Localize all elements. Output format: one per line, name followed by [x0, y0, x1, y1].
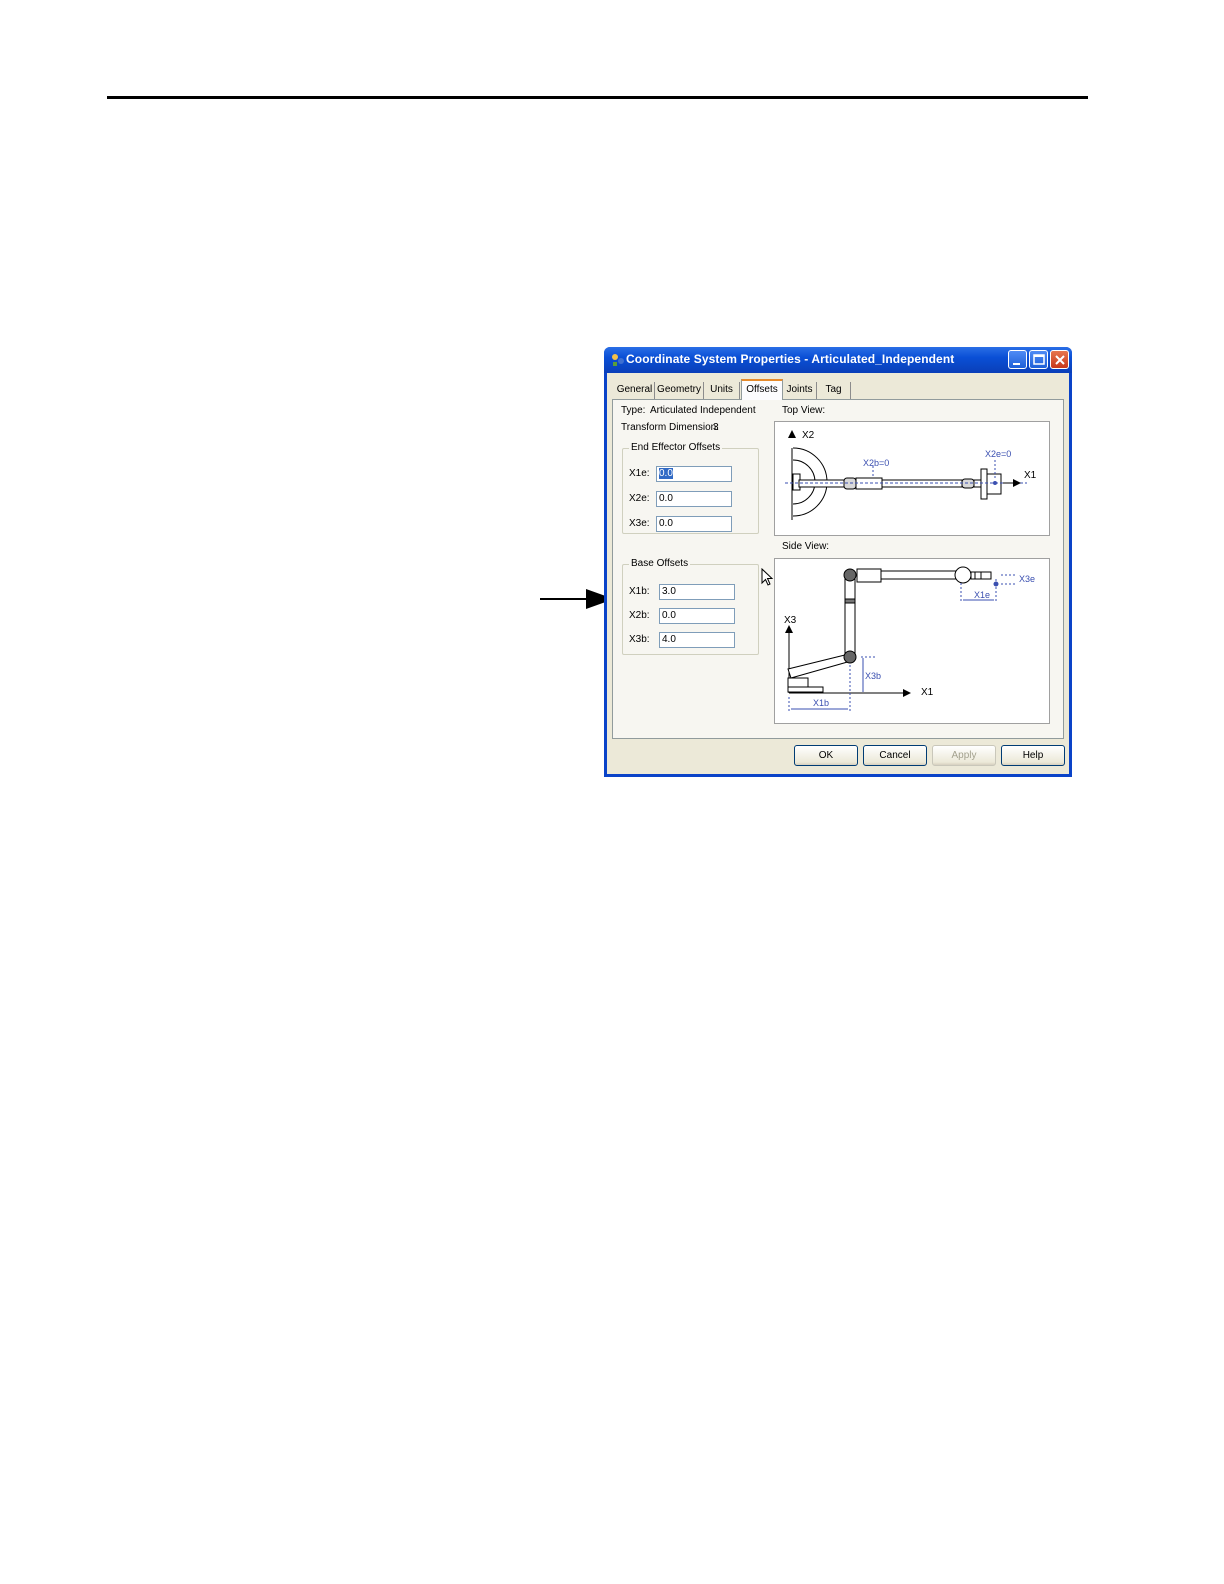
- type-label: Type:: [621, 405, 646, 416]
- side-view-diagram: X3 X1 X3b X1b X1e X3e: [774, 558, 1050, 724]
- type-value: Articulated Independent: [650, 405, 756, 416]
- top-x1-label: X1: [1024, 470, 1037, 481]
- properties-dialog: Coordinate System Properties - Articulat…: [604, 347, 1072, 777]
- x3e-dimension-label: X3e: [1019, 574, 1036, 584]
- minimize-icon: [1013, 363, 1020, 365]
- tab-units[interactable]: Units: [704, 382, 740, 399]
- maximize-button[interactable]: [1029, 350, 1048, 369]
- apply-button[interactable]: Apply: [932, 745, 996, 766]
- x2b-field[interactable]: 0.0: [659, 608, 735, 624]
- tab-general[interactable]: General: [615, 382, 655, 399]
- x3b-field[interactable]: 4.0: [659, 632, 735, 648]
- base-offsets-group: Base Offsets X1b: 3.0 X2b: 0.0 X3b: 4.0: [622, 558, 759, 655]
- tab-joints[interactable]: Joints: [783, 382, 817, 399]
- x3b-label: X3b:: [629, 634, 650, 645]
- ok-button[interactable]: OK: [794, 745, 858, 766]
- top-view-drawing: [785, 430, 1027, 520]
- x1b-label: X1b:: [629, 586, 650, 597]
- top-x2-label: X2: [802, 430, 815, 441]
- x2e-field[interactable]: 0.0: [656, 491, 732, 507]
- maximize-icon: [1033, 354, 1045, 365]
- x3e-label: X3e:: [629, 518, 650, 529]
- base-offsets-title: Base Offsets: [629, 558, 691, 569]
- x1b-dimension-label: X1b: [813, 698, 830, 708]
- mouse-pointer-icon: [761, 568, 774, 586]
- x1e-dimension-label: X1e: [974, 590, 991, 600]
- title-bar[interactable]: Coordinate System Properties - Articulat…: [604, 347, 1072, 373]
- tab-tag[interactable]: Tag: [817, 382, 851, 399]
- top-view-diagram: X2 X1 X2b=0 X2e=0: [774, 421, 1050, 536]
- end-effector-offsets-title: End Effector Offsets: [629, 442, 723, 453]
- x2e-dimension-label: X2e=0: [985, 449, 1012, 459]
- x3b-dimension-label: X3b: [865, 671, 882, 681]
- help-button[interactable]: Help: [1001, 745, 1065, 766]
- x1e-field[interactable]: 0.0: [656, 466, 732, 482]
- window-title: Coordinate System Properties - Articulat…: [626, 352, 955, 366]
- minimize-button[interactable]: [1008, 350, 1027, 369]
- side-view-title: Side View:: [782, 541, 830, 552]
- cancel-button[interactable]: Cancel: [863, 745, 927, 766]
- offsets-tab-panel: Type: Articulated Independent Transform …: [612, 399, 1064, 739]
- x3e-field[interactable]: 0.0: [656, 516, 732, 532]
- close-icon: [1055, 355, 1065, 365]
- side-x3-label: X3: [784, 615, 797, 626]
- x2b-dimension-label: X2b=0: [863, 458, 890, 468]
- x2b-label: X2b:: [629, 610, 650, 621]
- page-header-rule: [107, 96, 1088, 99]
- tab-offsets[interactable]: Offsets: [741, 379, 783, 400]
- top-view-title: Top View:: [782, 405, 826, 416]
- end-effector-offsets-group: End Effector Offsets X1e: 0.0 X2e: 0.0 X…: [622, 442, 759, 534]
- close-button[interactable]: [1050, 350, 1069, 369]
- x1e-label: X1e:: [629, 468, 650, 479]
- transform-dimension-value: 3: [713, 422, 719, 433]
- side-x1-label: X1: [921, 687, 934, 698]
- transform-dimension-label: Transform Dimension:: [621, 422, 719, 433]
- app-icon: [612, 354, 624, 366]
- x1b-field[interactable]: 3.0: [659, 584, 735, 600]
- x2e-label: X2e:: [629, 493, 650, 504]
- dialog-client-area: General Geometry Units Offsets Joints Ta…: [607, 373, 1069, 774]
- tab-strip: General Geometry Units Offsets Joints Ta…: [615, 379, 1055, 400]
- tab-geometry[interactable]: Geometry: [655, 382, 704, 399]
